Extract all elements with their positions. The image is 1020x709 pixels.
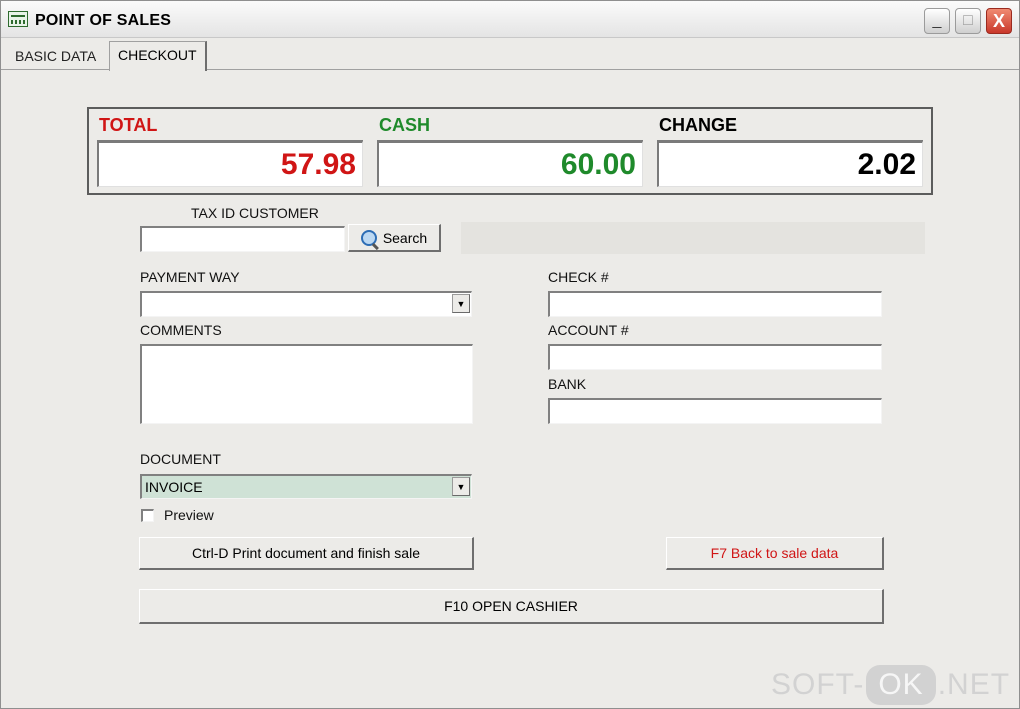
preview-checkbox[interactable] bbox=[141, 509, 154, 522]
check-label: CHECK # bbox=[548, 269, 609, 285]
watermark-part3: .NET bbox=[937, 668, 1011, 701]
payment-way-label: PAYMENT WAY bbox=[140, 269, 240, 285]
totals-panel: TOTAL 57.98 CASH 60.00 CHANGE 2.02 bbox=[87, 107, 933, 195]
change-label: CHANGE bbox=[659, 115, 738, 135]
print-and-finish-button[interactable]: Ctrl-D Print document and finish sale bbox=[139, 537, 474, 570]
chevron-down-icon[interactable]: ▼ bbox=[452, 294, 470, 313]
payment-way-select[interactable]: ▼ bbox=[140, 291, 472, 317]
cash-label: CASH bbox=[379, 115, 431, 135]
maximize-button[interactable]: □ bbox=[955, 8, 981, 34]
chevron-down-icon[interactable]: ▼ bbox=[452, 477, 470, 496]
watermark-part2: OK bbox=[866, 665, 936, 705]
account-label: ACCOUNT # bbox=[548, 322, 629, 338]
window-title: POINT OF SALES bbox=[35, 12, 172, 29]
comments-label: COMMENTS bbox=[140, 322, 222, 338]
change-value: 2.02 bbox=[657, 141, 923, 187]
watermark-part1: SOFT- bbox=[771, 668, 865, 701]
tab-basic-data[interactable]: BASIC DATA bbox=[7, 43, 104, 69]
document-value: INVOICE bbox=[145, 479, 203, 495]
open-cashier-button[interactable]: F10 OPEN CASHIER bbox=[139, 589, 884, 624]
document-label: DOCUMENT bbox=[140, 451, 221, 467]
preview-label: Preview bbox=[164, 507, 214, 523]
tax-id-customer-label: TAX ID CUSTOMER bbox=[191, 205, 319, 221]
bank-input[interactable] bbox=[548, 398, 882, 424]
account-number-input[interactable] bbox=[548, 344, 882, 370]
check-number-input[interactable] bbox=[548, 291, 882, 317]
comments-textarea[interactable] bbox=[140, 344, 473, 424]
search-button-label: Search bbox=[382, 230, 428, 246]
document-select[interactable]: INVOICE ▼ bbox=[140, 474, 472, 499]
cash-value: 60.00 bbox=[377, 141, 643, 187]
tab-bar: BASIC DATA CHECKOUT bbox=[1, 39, 1019, 71]
pos-window: POINT OF SALES _ □ X BASIC DATA CHECKOUT… bbox=[0, 0, 1020, 709]
total-value: 57.98 bbox=[97, 141, 363, 187]
tab-checkout[interactable]: CHECKOUT bbox=[109, 41, 207, 71]
watermark-logo: SOFT- OK .NET bbox=[771, 665, 1010, 705]
back-to-sale-button[interactable]: F7 Back to sale data bbox=[666, 537, 884, 570]
title-bar[interactable]: POINT OF SALES _ □ X bbox=[1, 1, 1019, 38]
search-icon bbox=[360, 229, 377, 246]
total-label: TOTAL bbox=[99, 115, 158, 135]
bank-label: BANK bbox=[548, 376, 587, 392]
minimize-button[interactable]: _ bbox=[924, 8, 950, 34]
tax-id-input[interactable] bbox=[140, 226, 345, 252]
app-icon bbox=[8, 11, 28, 27]
close-button[interactable]: X bbox=[986, 8, 1012, 34]
search-button[interactable]: Search bbox=[348, 224, 441, 252]
customer-name-field bbox=[461, 222, 925, 254]
